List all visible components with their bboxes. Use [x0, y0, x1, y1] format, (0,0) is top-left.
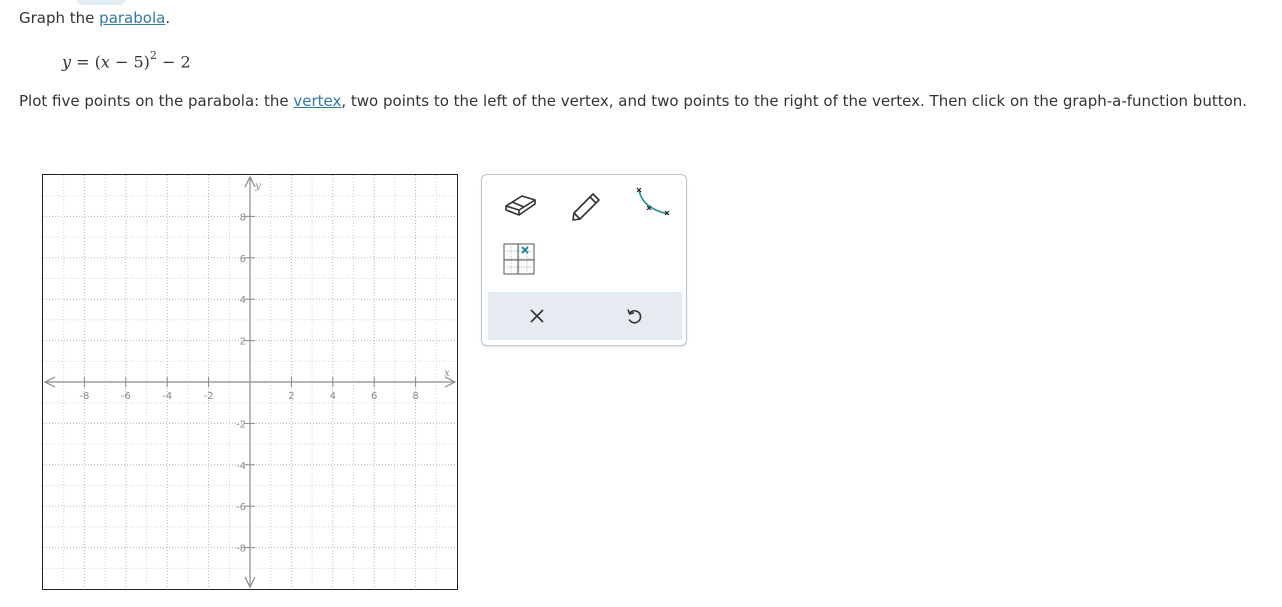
y-tick-label: -4: [236, 461, 246, 472]
point-tool-button[interactable]: [500, 241, 538, 277]
undo-button[interactable]: [585, 292, 682, 340]
parabola-link[interactable]: parabola: [99, 9, 165, 27]
graph-toolbox: [481, 174, 687, 346]
prompt-period: .: [165, 9, 171, 27]
instructions-text-1: Plot five points on the parabola: the: [19, 92, 294, 110]
vertex-link[interactable]: vertex: [293, 92, 341, 110]
action-bar: [488, 292, 682, 340]
y-tick-label: 8: [240, 212, 246, 223]
equation-y: y: [62, 52, 72, 72]
equation-minus-five: − 5): [109, 52, 150, 72]
equation-equals: =: [71, 52, 95, 72]
x-axis-label: x: [444, 368, 450, 379]
eraser-icon: [505, 195, 536, 216]
top-tab-indicator: [77, 0, 125, 5]
x-tick-label: 4: [330, 391, 336, 402]
x-tick-label: -8: [79, 391, 89, 402]
eraser-tool-button[interactable]: [500, 187, 540, 223]
y-tick-label: -2: [236, 419, 246, 430]
x-tick-label: -2: [204, 391, 214, 402]
x-tick-label: 8: [412, 391, 418, 402]
equation: y = (x − 5)2 − 2: [62, 49, 191, 72]
y-tick-label: 6: [240, 254, 246, 265]
x-tick-label: 2: [288, 391, 294, 402]
graph-area[interactable]: -8 -6 -4 -2 2 4 6 8 8 6 4 2 -2 -4 -6 -8 x y: [42, 174, 458, 590]
prompt: Graph the parabola.: [19, 8, 170, 28]
coordinate-plane[interactable]: -8 -6 -4 -2 2 4 6 8 8 6 4 2 -2 -4 -6 -8 x y: [43, 175, 457, 589]
instructions: Plot five points on the parabola: the ve…: [19, 92, 1269, 111]
clear-button[interactable]: [488, 292, 585, 340]
close-icon: [529, 309, 544, 323]
undo-icon: [626, 309, 641, 324]
x-tick-label: -4: [162, 391, 172, 402]
y-tick-label: 2: [240, 337, 246, 348]
pencil-tool-button[interactable]: [566, 187, 606, 223]
equation-exponent: 2: [149, 49, 157, 62]
y-axis-label: y: [254, 181, 261, 192]
graph-a-function-button[interactable]: [630, 185, 674, 221]
y-tick-label: -6: [236, 502, 246, 513]
graph-a-function-icon: [636, 187, 670, 216]
instructions-text-2: , two points to the left of the vertex, …: [341, 92, 1248, 110]
y-tick-label: -8: [236, 544, 246, 555]
prompt-text: Graph the: [19, 9, 100, 27]
pencil-icon: [572, 193, 600, 221]
equation-tail: − 2: [156, 52, 191, 72]
x-tick-label: 6: [371, 391, 377, 402]
point-grid-icon: [503, 243, 535, 275]
equation-x: x: [100, 52, 110, 72]
x-tick-label: -6: [121, 391, 131, 402]
y-tick-label: 4: [240, 295, 246, 306]
